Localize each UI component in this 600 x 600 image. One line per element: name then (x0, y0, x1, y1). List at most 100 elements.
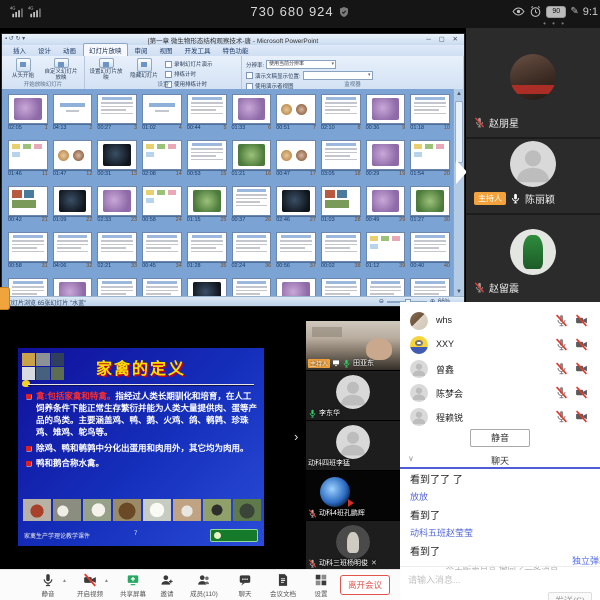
slide-thumbnail-41[interactable]: 00:3341 (8, 278, 48, 297)
slide-thumbnail-10[interactable]: 01:1810 (410, 94, 450, 131)
slide-thumbnail-1[interactable]: 02:051 (8, 94, 48, 131)
member-row-whs[interactable]: whs (400, 308, 600, 335)
slide-thumbnail-29[interactable]: 00:4929 (366, 186, 406, 223)
slide-thumbnail-3[interactable]: 00:273 (97, 94, 137, 131)
slide-thumbnail-33[interactable]: 02:2133 (97, 232, 137, 269)
floating-meeting-button[interactable] (0, 287, 10, 310)
slide-thumbnail-31[interactable]: 00:5831 (8, 232, 48, 269)
slide-thumbnail-12[interactable]: 01:4712 (53, 140, 93, 177)
slide-thumbnail-46[interactable]: 01:0646 (232, 278, 272, 297)
slide-thumbnail-18[interactable]: 03:0518 (321, 140, 361, 177)
slide-thumbnail-44[interactable]: 02:1744 (142, 278, 182, 297)
tab-审阅[interactable]: 审阅 (130, 44, 153, 56)
slide-thumbnail-2[interactable]: 04:132 (53, 94, 93, 131)
toolbar-settings-button[interactable]: 设置 (299, 573, 343, 598)
slide-thumbnail-17[interactable]: 00:4717 (276, 140, 316, 177)
vertical-scrollbar[interactable]: ▲ ▼ (453, 89, 464, 297)
slide-thumbnail-20[interactable]: 01:5420 (410, 140, 450, 177)
tab-特色功能[interactable]: 特色功能 (218, 44, 254, 56)
avatar-image (510, 54, 556, 100)
chevron-up-icon[interactable]: ▲ (62, 578, 67, 584)
participant-tile-陈丽颖[interactable]: 主持人陈丽颖 (466, 127, 600, 215)
toolbar-members-button[interactable]: 成员(110) (182, 573, 226, 598)
slide-thumbnail-43[interactable]: 00:5543 (97, 278, 137, 297)
chat-input[interactable] (406, 570, 594, 590)
member-row-陈梦会[interactable]: 陈梦会 (400, 380, 600, 407)
slide-thumbnail-5[interactable]: 00:445 (187, 94, 227, 131)
tab-设计[interactable]: 设计 (33, 44, 56, 56)
member-row-程赖锐[interactable]: 程赖锐 (400, 404, 600, 431)
close-icon[interactable]: ✕ (371, 559, 377, 567)
video-tile-田亚东[interactable]: 主持人田亚东 (306, 321, 400, 371)
slide-thumbnail-35[interactable]: 01:2835 (187, 232, 227, 269)
slide-thumbnail-36[interactable]: 02:2436 (232, 232, 272, 269)
slide-thumbnail-4[interactable]: 01:024 (142, 94, 182, 131)
slide-thumbnail-22[interactable]: 01:0922 (53, 186, 93, 223)
mute-all-button[interactable]: 静音 (470, 429, 530, 447)
slide-thumbnail-6[interactable]: 01:336 (232, 94, 272, 131)
slide-thumbnail-27[interactable]: 02:4627 (276, 186, 316, 223)
chevron-up-icon[interactable]: ▲ (104, 578, 109, 584)
window-controls[interactable]: ─ ▢ ✕ (426, 35, 461, 43)
slide-thumbnail-40[interactable]: 00:4040 (410, 232, 450, 269)
scrollbar-thumb[interactable] (455, 101, 463, 163)
video-tile-动科三班杨明俊[interactable]: 动科三班杨明俊✕ (306, 521, 400, 571)
setup-show-button[interactable]: 设置幻灯片放映 (89, 58, 123, 81)
display-position-select[interactable] (303, 71, 373, 80)
slide-thumbnail-25[interactable]: 01:1525 (187, 186, 227, 223)
slide-thumbnail-19[interactable]: 00:2919 (366, 140, 406, 177)
slide-thumbnail-9[interactable]: 00:369 (366, 94, 406, 131)
slide-thumbnail-42[interactable]: 01:4142 (53, 278, 93, 297)
tab-动画[interactable]: 动画 (58, 44, 81, 56)
member-row-曾鑫[interactable]: 曾鑫 (400, 356, 600, 383)
participant-tile-赵朋星[interactable]: 赵朋星 (466, 40, 600, 139)
scroll-up-arrow[interactable]: ▲ (454, 89, 464, 99)
slide-thumbnail-37[interactable]: 00:5637 (276, 232, 316, 269)
tab-视图[interactable]: 视图 (155, 44, 178, 56)
custom-show-button[interactable]: 自定义幻灯片放映 (44, 58, 78, 81)
leave-meeting-button[interactable]: 离开会议 (340, 575, 390, 595)
slide-thumbnail-45[interactable]: 00:4845 (187, 278, 227, 297)
collapse-strip-chevron[interactable]: › (294, 429, 298, 444)
member-row-XXY[interactable]: XXY (400, 332, 600, 359)
slide-thumbnail-24[interactable]: 00:5824 (142, 186, 182, 223)
from-beginning-button[interactable]: 从头开始 (6, 58, 40, 81)
tab-幻灯片放映[interactable]: 幻灯片放映 (83, 43, 128, 56)
slide-thumbnail-11[interactable]: 01:4611 (8, 140, 48, 177)
slide-thumbnail-28[interactable]: 01:0328 (321, 186, 361, 223)
slide-thumbnail-50[interactable]: 01:1950 (410, 278, 450, 297)
slide-thumbnail-26[interactable]: 00:3726 (232, 186, 272, 223)
muted-mic-icon (555, 314, 568, 327)
slide-number: 23 (131, 217, 137, 223)
slide-thumbnail-21[interactable]: 00:4221 (8, 186, 48, 223)
video-tile-李东华[interactable]: 李东华 (306, 371, 400, 421)
slide-thumbnail-30[interactable]: 01:2730 (410, 186, 450, 223)
slide-thumbnail-32[interactable]: 04:0632 (53, 232, 93, 269)
tab-插入[interactable]: 插入 (8, 44, 31, 56)
send-button[interactable]: 发送(S) (548, 592, 592, 600)
video-tile-动科4班孔鹏辉[interactable]: 动科4班孔鹏辉 (306, 471, 400, 521)
slide-thumbnail-8[interactable]: 02:108 (321, 94, 361, 131)
hide-slide-button[interactable]: 隐藏幻灯片 (127, 58, 161, 81)
toolbar-mic-button[interactable]: 静音 (26, 573, 70, 598)
record-show-check[interactable]: 录制幻灯片演示 (165, 60, 213, 68)
slide-thumbnail-38[interactable]: 00:0238 (321, 232, 361, 269)
participant-tile-赵留震[interactable]: 赵留震 (466, 215, 600, 304)
slide-thumbnail-34[interactable]: 00:4534 (142, 232, 182, 269)
slide-thumbnail-15[interactable]: 00:5315 (187, 140, 227, 177)
toolbar-camera-off-button[interactable]: 开启视频 (68, 573, 112, 598)
slide-thumbnail-7[interactable]: 00:517 (276, 94, 316, 131)
slide-thumbnail-23[interactable]: 02:3323 (97, 186, 137, 223)
slide-thumbnail-49[interactable]: 00:4449 (366, 278, 406, 297)
slide-thumbnail-16[interactable]: 01:2116 (232, 140, 272, 177)
video-tile-动科四班李猛[interactable]: 动科四班李猛 (306, 421, 400, 471)
slide-thumbnail-47[interactable]: 00:3947 (276, 278, 316, 297)
slide-thumbnail-39[interactable]: 01:1239 (366, 232, 406, 269)
slide-thumbnail-14[interactable]: 02:0814 (142, 140, 182, 177)
tab-开发工具[interactable]: 开发工具 (180, 44, 216, 56)
zoom-out-button[interactable]: ⊖ (379, 298, 384, 305)
resolution-select[interactable]: 使用当前分辨率 (266, 60, 336, 69)
slide-thumbnail-48[interactable]: 01:5248 (321, 278, 361, 297)
slide-thumbnail-13[interactable]: 00:3113 (97, 140, 137, 177)
rehearse-timings-check[interactable]: 排练计时 (165, 70, 213, 78)
